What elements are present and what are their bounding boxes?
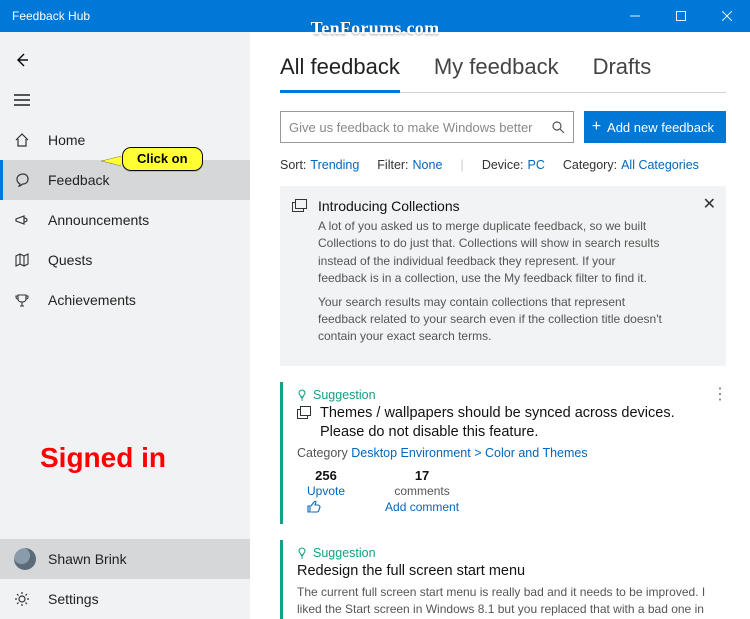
trophy-icon bbox=[14, 292, 34, 308]
feedback-icon bbox=[14, 172, 34, 188]
feedback-tabs: All feedback My feedback Drafts bbox=[280, 54, 726, 93]
sidebar-item-label: Settings bbox=[48, 591, 99, 607]
add-comment-link[interactable]: Add comment bbox=[385, 500, 459, 514]
info-title: Introducing Collections bbox=[318, 198, 666, 214]
feedback-item[interactable]: Suggestion Redesign the full screen star… bbox=[280, 540, 726, 619]
search-input[interactable] bbox=[289, 120, 552, 135]
annotation-callout: Click on bbox=[122, 147, 203, 171]
sidebar-item-label: Announcements bbox=[48, 212, 149, 228]
tab-all-feedback[interactable]: All feedback bbox=[280, 54, 400, 93]
comments-control[interactable]: 17 comments Add comment bbox=[385, 468, 459, 514]
upvote-control[interactable]: 256 Upvote bbox=[307, 468, 345, 514]
annotation-signed-in: Signed in bbox=[40, 442, 166, 474]
collections-info: ✕ Introducing Collections A lot of you a… bbox=[280, 186, 726, 366]
search-box[interactable] bbox=[280, 111, 574, 143]
feedback-title: Redesign the full screen start menu bbox=[297, 562, 718, 582]
minimize-button[interactable] bbox=[612, 0, 658, 32]
sidebar-item-label: Feedback bbox=[48, 172, 109, 188]
map-icon bbox=[14, 252, 34, 268]
filter-separator: | bbox=[460, 157, 463, 172]
close-button[interactable] bbox=[704, 0, 750, 32]
feedback-title: Themes / wallpapers should be synced acr… bbox=[297, 404, 718, 443]
app-title: Feedback Hub bbox=[0, 9, 90, 23]
gear-icon bbox=[14, 591, 34, 607]
back-arrow-icon bbox=[14, 52, 34, 68]
device-filter[interactable]: Device:PC bbox=[482, 158, 545, 172]
lightbulb-icon bbox=[297, 547, 307, 559]
feedback-tag: Suggestion bbox=[297, 388, 718, 402]
tab-my-feedback[interactable]: My feedback bbox=[434, 54, 559, 92]
filter-bar: Sort:Trending Filter:None | Device:PC Ca… bbox=[280, 157, 726, 172]
filter-filter[interactable]: Filter:None bbox=[377, 158, 442, 172]
sidebar-item-announcements[interactable]: Announcements bbox=[0, 200, 250, 240]
maximize-button[interactable] bbox=[658, 0, 704, 32]
sidebar-item-achievements[interactable]: Achievements bbox=[0, 280, 250, 320]
sidebar-item-settings[interactable]: Settings bbox=[0, 579, 250, 619]
category-link[interactable]: Desktop Environment bbox=[351, 446, 471, 460]
collection-icon bbox=[292, 198, 308, 212]
add-feedback-label: Add new feedback bbox=[607, 120, 714, 135]
feedback-body: The current full screen start menu is re… bbox=[297, 584, 718, 619]
hamburger-button[interactable] bbox=[0, 80, 250, 120]
category-link[interactable]: Color and Themes bbox=[485, 446, 588, 460]
title-bar: Feedback Hub bbox=[0, 0, 750, 32]
info-body-1: A lot of you asked us to merge duplicate… bbox=[318, 218, 666, 288]
megaphone-icon bbox=[14, 212, 34, 228]
home-icon bbox=[14, 132, 34, 148]
sidebar-item-label: Achievements bbox=[48, 292, 136, 308]
thumbs-up-icon bbox=[307, 500, 345, 513]
lightbulb-icon bbox=[297, 389, 307, 401]
annotation-label: Click on bbox=[122, 147, 203, 171]
sidebar: Home Feedback Announcements Quests Achie… bbox=[0, 32, 250, 619]
add-feedback-button[interactable]: + Add new feedback bbox=[584, 111, 726, 143]
back-button[interactable] bbox=[0, 40, 250, 80]
avatar-icon bbox=[14, 548, 36, 570]
tab-drafts[interactable]: Drafts bbox=[593, 54, 652, 92]
main-content: All feedback My feedback Drafts + Add ne… bbox=[250, 32, 750, 619]
feedback-category: Category Desktop Environment > Color and… bbox=[297, 446, 718, 460]
feedback-tag: Suggestion bbox=[297, 546, 718, 560]
hamburger-icon bbox=[14, 93, 34, 107]
user-name: Shawn Brink bbox=[48, 551, 127, 567]
info-body-2: Your search results may contain collecti… bbox=[318, 294, 666, 346]
sidebar-user[interactable]: Shawn Brink bbox=[0, 539, 250, 579]
sort-filter[interactable]: Sort:Trending bbox=[280, 158, 359, 172]
more-icon[interactable]: ⋮ bbox=[712, 384, 728, 404]
sidebar-item-label: Home bbox=[48, 132, 85, 148]
window-controls bbox=[612, 0, 750, 32]
plus-icon: + bbox=[592, 119, 601, 135]
category-filter[interactable]: Category:All Categories bbox=[563, 158, 699, 172]
sidebar-item-label: Quests bbox=[48, 252, 92, 268]
collection-icon bbox=[297, 406, 312, 443]
search-icon[interactable] bbox=[552, 121, 565, 134]
sidebar-item-quests[interactable]: Quests bbox=[0, 240, 250, 280]
feedback-item[interactable]: ⋮ Suggestion Themes / wallpapers should … bbox=[280, 382, 726, 524]
close-icon[interactable]: ✕ bbox=[703, 194, 716, 214]
